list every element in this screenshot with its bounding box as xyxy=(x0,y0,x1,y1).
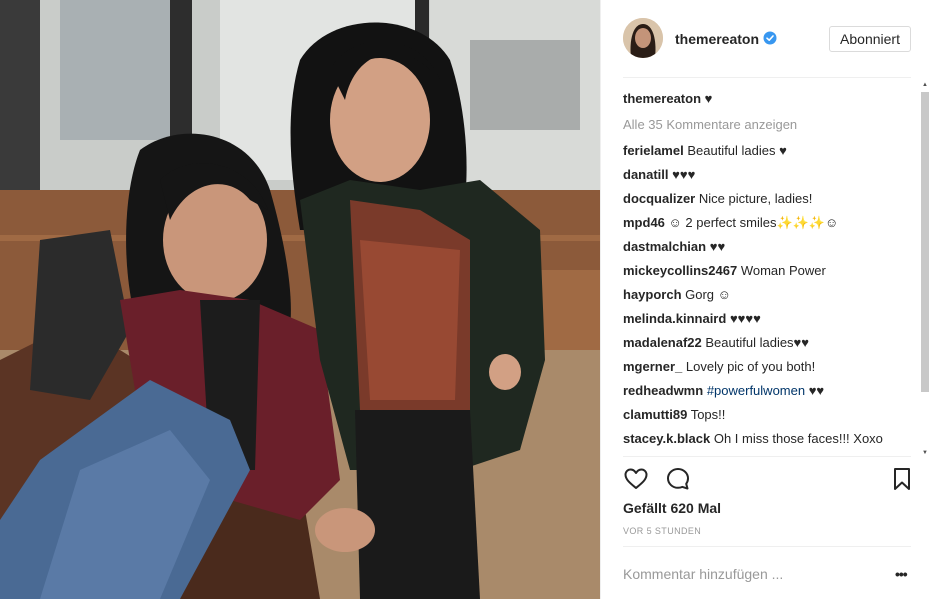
actions-divider xyxy=(623,456,911,457)
comment-username[interactable]: mgerner_ xyxy=(623,359,682,374)
comment-text: ♥♥ xyxy=(805,383,825,398)
more-options-icon[interactable]: ••• xyxy=(895,566,908,582)
comments-list[interactable]: themereaton ♥︎ Alle 35 Kommentare anzeig… xyxy=(623,80,919,456)
view-all-comments-link[interactable]: Alle 35 Kommentare anzeigen xyxy=(623,116,797,134)
avatar[interactable] xyxy=(623,18,663,58)
likes-count[interactable]: Gefällt 620 Mal xyxy=(623,500,721,516)
comment-text: Woman Power xyxy=(740,263,826,278)
avatar-image xyxy=(623,18,663,58)
speech-bubble-icon[interactable] xyxy=(665,466,691,492)
comment-item: docqualizer Nice picture, ladies! xyxy=(623,190,812,208)
comment-username[interactable]: ferielamel xyxy=(623,143,684,158)
comment-item: melinda.kinnaird ♥♥♥♥ xyxy=(623,310,761,328)
comment-item: danatill ♥︎♥︎♥︎ xyxy=(623,166,695,184)
post-username[interactable]: themereaton xyxy=(675,31,759,47)
comment-text: ♥♥♥♥ xyxy=(729,311,761,326)
comment-text: Oh I miss those faces!!! Xoxo xyxy=(713,431,883,446)
comment-item: clamutti89 Tops!! xyxy=(623,406,725,424)
comment-username[interactable]: mickeycollins2467 xyxy=(623,263,737,278)
bookmark-icon[interactable] xyxy=(889,466,915,492)
header-divider xyxy=(623,77,911,78)
comment-username[interactable]: redheadwmn xyxy=(623,383,703,398)
comment-item: hayporch Gorg ☺ xyxy=(623,286,731,304)
scroll-up-arrow-icon[interactable]: ▲ xyxy=(922,82,928,88)
post-header: themereaton Abonniert xyxy=(601,0,932,78)
comment-username[interactable]: melinda.kinnaird xyxy=(623,311,726,326)
comment-item: mgerner_ Lovely pic of you both! xyxy=(623,358,815,376)
comment-text: Nice picture, ladies! xyxy=(698,191,813,206)
comment-item: redheadwmn #powerfulwomen ♥♥ xyxy=(623,382,824,400)
comments-scrollbar[interactable]: ▲ ▼ xyxy=(920,80,930,456)
comment-item: mickeycollins2467 Woman Power xyxy=(623,262,826,280)
comment-input[interactable] xyxy=(623,564,873,584)
hashtag-link[interactable]: #powerfulwomen xyxy=(707,383,805,398)
comment-username[interactable]: danatill xyxy=(623,167,669,182)
comment-username[interactable]: clamutti89 xyxy=(623,407,687,422)
caption-text: ♥︎ xyxy=(704,91,713,106)
comment-text: Beautiful ladies♥︎♥︎ xyxy=(705,335,809,350)
caption-username[interactable]: themereaton xyxy=(623,91,701,106)
comment-item: stacey.k.black Oh I miss those faces!!! … xyxy=(623,430,883,448)
comment-text: Lovely pic of you both! xyxy=(685,359,816,374)
instagram-post-modal: themereaton Abonniert themereaton ♥︎ All… xyxy=(0,0,932,599)
verified-badge-icon xyxy=(763,31,777,45)
heart-outline-icon[interactable] xyxy=(623,466,649,492)
comment-username[interactable]: hayporch xyxy=(623,287,682,302)
photo-illustration xyxy=(0,0,600,599)
comment-username[interactable]: docqualizer xyxy=(623,191,695,206)
input-divider xyxy=(623,546,911,547)
comment-text: Tops!! xyxy=(690,407,726,422)
post-photo[interactable] xyxy=(0,0,600,599)
comment-item: ferielamel Beautiful ladies ♥︎ xyxy=(623,142,787,160)
comment-text: ☺ 2 perfect smiles✨✨✨☺ xyxy=(668,215,839,230)
comment-item: dastmalchian ♥♥ xyxy=(623,238,725,256)
comment-text: ♥♥ xyxy=(709,239,726,254)
comment-text: ♥︎♥︎♥︎ xyxy=(672,167,696,182)
comment-username[interactable]: stacey.k.black xyxy=(623,431,710,446)
follow-button[interactable]: Abonniert xyxy=(829,26,911,52)
action-bar xyxy=(623,466,913,492)
comment-username[interactable]: dastmalchian xyxy=(623,239,706,254)
scrollbar-thumb[interactable] xyxy=(921,92,929,392)
comment-username[interactable]: mpd46 xyxy=(623,215,665,230)
post-side-panel: themereaton Abonniert themereaton ♥︎ All… xyxy=(600,0,932,599)
comment-item: madalenaf22 Beautiful ladies♥︎♥︎ xyxy=(623,334,809,352)
post-timestamp[interactable]: VOR 5 STUNDEN xyxy=(623,526,701,536)
comment-username[interactable]: madalenaf22 xyxy=(623,335,702,350)
comment-text: Beautiful ladies ♥︎ xyxy=(687,143,787,158)
post-caption: themereaton ♥︎ xyxy=(623,90,712,108)
comment-text: Gorg ☺ xyxy=(685,287,731,302)
scroll-down-arrow-icon[interactable]: ▼ xyxy=(922,450,928,456)
comment-item: mpd46 ☺ 2 perfect smiles✨✨✨☺ xyxy=(623,214,838,232)
